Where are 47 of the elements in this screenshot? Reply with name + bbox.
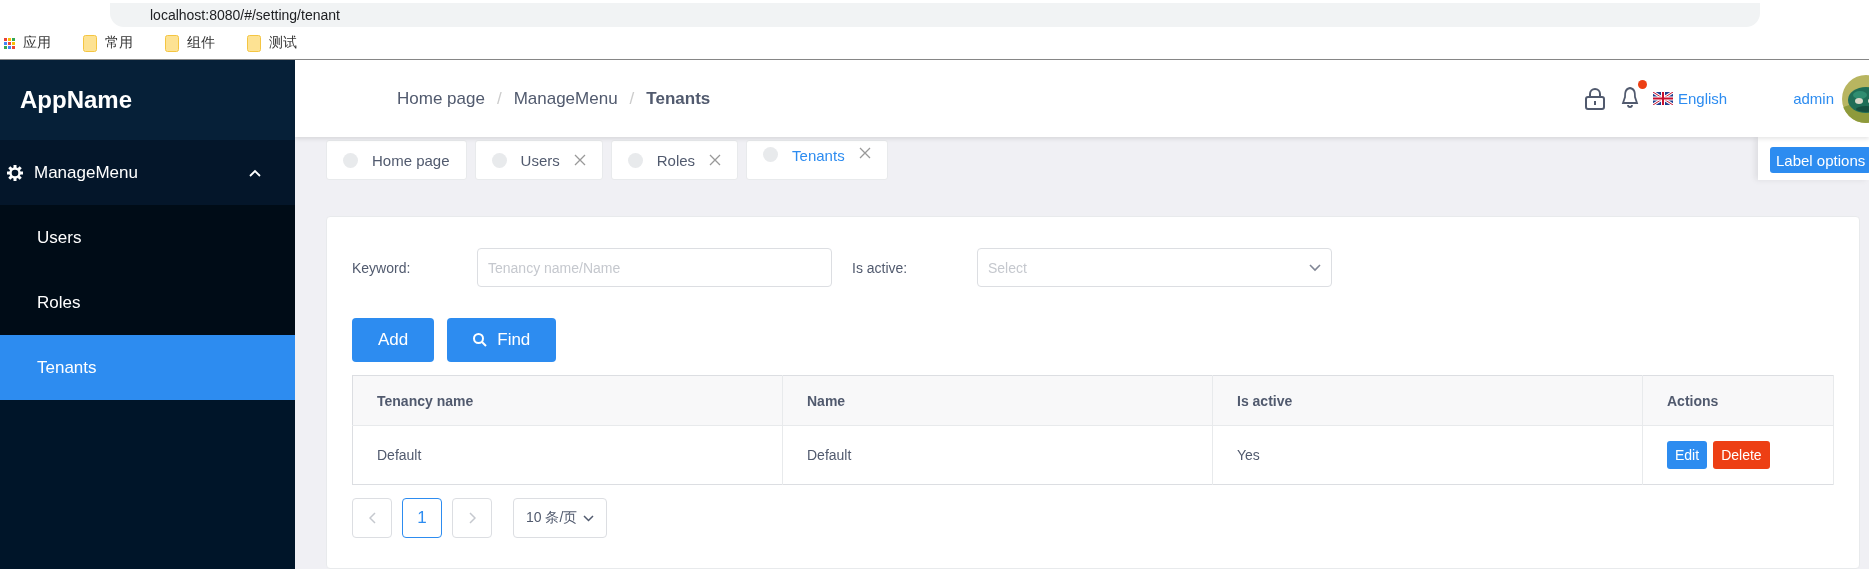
tab[interactable]: Users [474, 140, 603, 180]
folder-icon [247, 34, 261, 52]
menu-group[interactable]: ManageMenu [0, 140, 295, 205]
sidebar-item[interactable]: Users [0, 205, 295, 270]
close-icon[interactable] [709, 154, 722, 166]
breadcrumb-item[interactable]: Home page [397, 88, 485, 109]
chevron-down-icon [1309, 263, 1321, 272]
chevron-right-icon [468, 512, 476, 524]
bookmark-link[interactable]: 测试 [269, 34, 297, 52]
search-icon [473, 333, 488, 347]
folder-icon [165, 34, 179, 52]
table-cell: Default [352, 425, 783, 485]
gear-icon [6, 163, 24, 182]
bookmark-link[interactable]: 组件 [187, 34, 215, 52]
table-cell: Default [782, 425, 1213, 485]
tab[interactable]: Roles [610, 140, 739, 180]
close-icon[interactable] [573, 154, 586, 166]
chevron-down-icon [583, 514, 595, 522]
address-bar[interactable]: localhost:8080/#/setting/tenant [110, 3, 1760, 27]
chevron-left-icon [368, 512, 376, 524]
breadcrumb-separator: / [496, 88, 502, 109]
bookmark-link[interactable]: 应用 [23, 34, 51, 52]
column-header: Actions [1642, 375, 1834, 426]
address-text: localhost:8080/#/setting/tenant [150, 7, 340, 23]
tab[interactable]: Tenants [746, 140, 888, 180]
flag-icon [1652, 92, 1673, 105]
close-icon[interactable] [858, 147, 871, 159]
column-header: Name [782, 375, 1213, 426]
breadcrumb-separator: / [629, 88, 635, 109]
column-header: Is active [1212, 375, 1643, 426]
breadcrumb-item[interactable]: ManageMenu [513, 88, 618, 109]
apps-icon [4, 37, 15, 49]
table-cell: Yes [1212, 425, 1643, 485]
field-label: Is active: [852, 259, 909, 276]
app-name: AppName [20, 86, 133, 114]
column-header: Tenancy name [352, 375, 783, 426]
folder-icon [83, 34, 97, 52]
lock-icon[interactable] [1584, 87, 1605, 110]
field-label: Keyword: [352, 259, 412, 276]
page-size-select[interactable]: 10 条/页 [513, 498, 608, 538]
delete-button[interactable]: Delete [1713, 441, 1770, 469]
bell-icon[interactable] [1620, 85, 1639, 108]
sidebar-item[interactable]: Roles [0, 270, 295, 335]
breadcrumb-item: Tenants [646, 88, 711, 109]
input-field[interactable]: Tenancy name/Name [477, 248, 832, 287]
tab[interactable]: Home page [326, 140, 467, 180]
bookmark-link[interactable]: 常用 [105, 34, 133, 52]
